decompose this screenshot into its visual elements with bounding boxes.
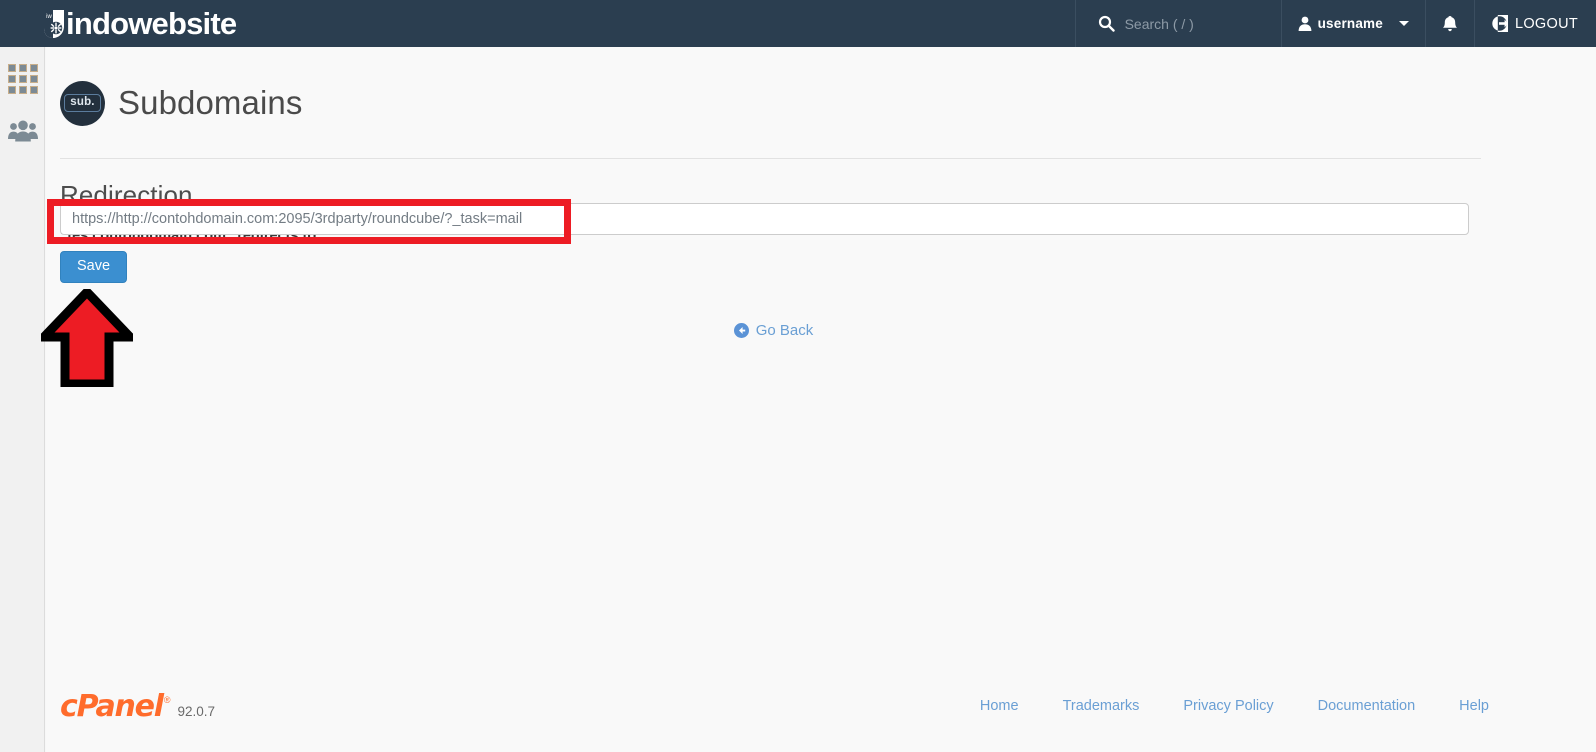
apps-grid-icon: [7, 64, 38, 94]
page-header: sub. Subdomains: [46, 47, 1596, 144]
cpanel-version: 92.0.7: [177, 703, 216, 719]
redirect-url-input[interactable]: [60, 203, 1469, 235]
subdomains-icon-badge: sub.: [64, 93, 101, 113]
brand-name: indowebsite: [66, 6, 237, 41]
go-back-label: Go Back: [755, 322, 814, 339]
bell-icon: [1442, 15, 1457, 31]
brand-logo-link[interactable]: iw indowebsite: [41, 0, 237, 47]
sidebar-item-user-manager[interactable]: [0, 105, 45, 157]
header-divider: [60, 158, 1481, 160]
footer-link-trademarks[interactable]: Trademarks: [1063, 698, 1140, 714]
page-footer: cPanel ® 92.0.7 Home Trademarks Privacy …: [46, 660, 1596, 752]
cpanel-wordmark: cPanel: [60, 688, 164, 724]
svg-text:iw: iw: [46, 14, 52, 20]
users-group-icon: [7, 120, 38, 142]
main-content: sub. Subdomains Redirection “tes.contohd…: [46, 47, 1596, 752]
indowebsite-teardrop-logo: iw: [44, 9, 64, 38]
search-input[interactable]: [1124, 15, 1265, 32]
notifications-button[interactable]: [1424, 0, 1474, 47]
search-icon: [1098, 15, 1115, 32]
arrow-circle-left-icon: [733, 323, 749, 338]
footer-link-privacy-policy[interactable]: Privacy Policy: [1183, 698, 1273, 714]
user-icon: [1298, 16, 1311, 31]
logout-label: LOGOUT: [1514, 15, 1578, 32]
footer-link-help[interactable]: Help: [1459, 698, 1489, 714]
save-button[interactable]: Save: [60, 251, 128, 283]
username-label: username: [1317, 16, 1383, 31]
footer-links: Home Trademarks Privacy Policy Documenta…: [936, 698, 1489, 714]
footer-link-home[interactable]: Home: [980, 698, 1019, 714]
logout-button[interactable]: LOGOUT: [1473, 0, 1596, 47]
chevron-down-icon: [1398, 21, 1409, 26]
user-menu-button[interactable]: username: [1280, 0, 1425, 47]
logout-icon: [1492, 15, 1508, 32]
page-title: Subdomains: [118, 84, 303, 122]
go-back-area: Go Back: [46, 322, 1501, 339]
cpanel-logo: cPanel ® 92.0.7: [60, 689, 215, 724]
top-header-bar: iw indowebsite Search (/) username LOG…: [0, 0, 1596, 47]
go-back-link[interactable]: Go Back: [733, 322, 814, 339]
registered-mark: ®: [163, 694, 171, 705]
left-sidebar: [0, 47, 45, 752]
footer-link-documentation[interactable]: Documentation: [1318, 698, 1416, 714]
sidebar-item-apps[interactable]: [0, 53, 45, 105]
search-box[interactable]: [1074, 0, 1281, 47]
header-actions: username LOGOUT: [1074, 0, 1596, 47]
subdomains-icon: sub.: [60, 80, 105, 126]
